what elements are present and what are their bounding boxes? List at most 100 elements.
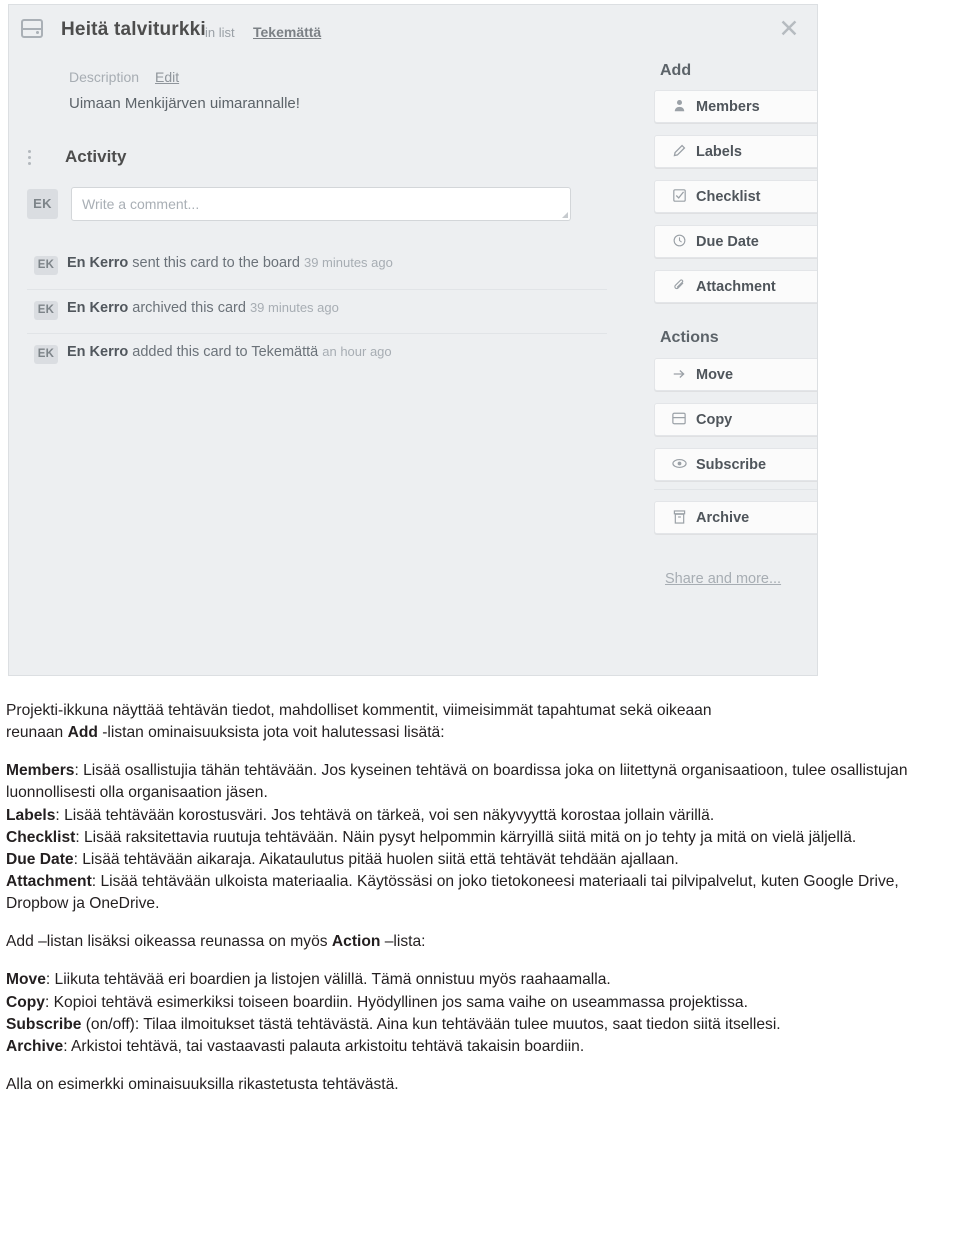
sidebar-divider (654, 489, 817, 490)
checkbox-icon (671, 189, 687, 205)
sidebar-item-label: Move (696, 367, 734, 383)
desc-move: : Liikuta tehtävää eri boardien ja listo… (45, 971, 611, 989)
sidebar-item-label: Checklist (696, 189, 761, 205)
intro-pre: reunaan (6, 724, 68, 742)
activity-text: En Kerro sent this card to the board 39 … (67, 255, 393, 271)
term-move: Move (6, 971, 46, 989)
page-root: Heitä talviturkki in list Tekemättä ✕ De… (0, 0, 960, 1247)
paragraph-archive: Archive: Arkistoi tehtävä, tai vastaavas… (6, 1036, 954, 1058)
paragraph-intro-line2: reunaan Add -listan ominaisuuksista jota… (6, 722, 954, 744)
desc-checklist: : Lisää raksitettavia ruutuja tehtävään.… (75, 828, 857, 846)
avatar: EK (27, 189, 58, 219)
sidebar-item-subscribe[interactable]: Subscribe (654, 448, 817, 481)
label-tag-icon (671, 144, 687, 160)
avatar: EK (34, 345, 58, 364)
activity-text: En Kerro archived this card 39 minutes a… (67, 300, 339, 316)
comment-input[interactable]: Write a comment... (71, 187, 571, 221)
card-title: Heitä talviturkki (61, 19, 206, 40)
sidebar-add-heading: Add (660, 62, 692, 79)
archive-box-icon (671, 510, 687, 526)
term-subscribe: Subscribe (6, 1015, 82, 1033)
close-icon[interactable]: ✕ (777, 17, 801, 42)
term-members: Members (6, 762, 75, 780)
desc-subscribe: (on/off): Tilaa ilmoitukset tästä tehtäv… (81, 1015, 781, 1033)
arrow-right-icon (671, 367, 687, 383)
activity-action: added this card to Tekemättä (132, 344, 319, 360)
desc-archive: : Arkistoi tehtävä, tai vastaavasti pala… (63, 1037, 585, 1055)
activity-list-icon (27, 149, 49, 167)
paragraph-duedate: Due Date: Lisää tehtävään aikaraja. Aika… (6, 849, 954, 871)
sidebar-item-label: Subscribe (696, 457, 767, 473)
intro-bold-add: Add (67, 724, 98, 742)
sidebar-item-due-date[interactable]: Due Date (654, 225, 817, 258)
paragraph-copy: Copy: Kopioi tehtävä esimerkiksi toiseen… (6, 992, 954, 1014)
card-icon (21, 19, 43, 38)
term-checklist: Checklist (6, 828, 76, 846)
desc-duedate: : Lisää tehtävään aikaraja. Aikataulutus… (73, 850, 679, 868)
paperclip-icon (671, 279, 687, 295)
paragraph-move: Move: Liikuta tehtävää eri boardien ja l… (6, 969, 954, 991)
sidebar-item-archive[interactable]: Archive (654, 501, 817, 534)
paragraph-closing: Alla on esimerkki ominaisuuksilla rikast… (6, 1075, 399, 1093)
activity-heading: Activity (65, 147, 127, 166)
person-icon (671, 99, 687, 115)
activity-row: EK En Kerro sent this card to the board … (27, 245, 607, 289)
activity-author: En Kerro (67, 344, 129, 360)
sidebar-item-labels[interactable]: Labels (654, 135, 817, 168)
sidebar-item-label: Members (696, 99, 760, 115)
article-body: Projekti-ikkuna näyttää tehtävän tiedot,… (6, 700, 954, 1096)
term-duedate: Due Date (6, 850, 74, 868)
activity-text: En Kerro added this card to Tekemättä an… (67, 344, 392, 360)
activity-row: EK En Kerro archived this card 39 minute… (27, 289, 607, 333)
paragraph-members: Members: Lisää osallistujia tähän tehtäv… (6, 760, 954, 804)
sidebar-item-label: Attachment (696, 279, 776, 295)
sidebar-item-label: Archive (696, 510, 750, 526)
clock-icon (671, 234, 687, 250)
in-list-label: in list (205, 25, 235, 40)
activity-author: En Kerro (67, 300, 129, 316)
term-labels: Labels (6, 806, 56, 824)
sidebar-item-copy[interactable]: Copy (654, 403, 817, 436)
sidebar-item-attachment[interactable]: Attachment (654, 270, 817, 303)
activity-action: archived this card (132, 300, 246, 316)
action-intro-pre: Add –listan lisäksi oikeassa reunassa on… (6, 933, 332, 951)
sidebar-item-label: Due Date (696, 234, 759, 250)
activity-row: EK En Kerro added this card to Tekemättä… (27, 333, 607, 377)
avatar: EK (34, 256, 58, 275)
paragraph-labels: Labels: Lisää tehtävään korostusväri. Jo… (6, 805, 954, 827)
term-archive: Archive (6, 1037, 64, 1055)
description-text: Uimaan Menkijärven uimarannalle! (69, 95, 300, 112)
desc-members: : Lisää osallistujia tähän tehtävään. Jo… (6, 762, 908, 802)
description-label: Description (69, 69, 140, 85)
paragraph-attachment: Attachment: Lisää tehtävään ulkoista mat… (6, 871, 954, 915)
copy-card-icon (671, 412, 687, 428)
eye-icon (671, 457, 687, 473)
activity-timestamp: an hour ago (322, 344, 392, 359)
sidebar-actions-heading: Actions (660, 329, 719, 346)
activity-timestamp: 39 minutes ago (303, 255, 393, 270)
share-and-more-link[interactable]: Share and more... (665, 571, 781, 587)
term-copy: Copy (6, 993, 45, 1011)
sidebar-item-checklist[interactable]: Checklist (654, 180, 817, 213)
sidebar-item-label: Labels (696, 144, 742, 160)
paragraph-subscribe: Subscribe (on/off): Tilaa ilmoitukset tä… (6, 1014, 954, 1036)
comment-placeholder: Write a comment... (82, 196, 200, 212)
paragraph-action-intro: Add –listan lisäksi oikeassa reunassa on… (6, 931, 954, 953)
list-name-link[interactable]: Tekemättä (253, 24, 321, 40)
activity-action: sent this card to the board (132, 255, 300, 271)
avatar: EK (34, 301, 58, 320)
sidebar-item-members[interactable]: Members (654, 90, 817, 123)
card-header: Heitä talviturkki in list Tekemättä ✕ (9, 5, 817, 53)
activity-author: En Kerro (67, 255, 129, 271)
sidebar-item-move[interactable]: Move (654, 358, 817, 391)
desc-copy: : Kopioi tehtävä esimerkiksi toiseen boa… (44, 993, 748, 1011)
description-edit-link[interactable]: Edit (155, 69, 179, 85)
sidebar-item-label: Copy (696, 412, 733, 428)
desc-labels: : Lisää tehtävään korostusväri. Jos teht… (55, 806, 715, 824)
activity-timestamp: 39 minutes ago (249, 300, 339, 315)
desc-attachment: : Lisää tehtävään ulkoista materiaalia. … (6, 872, 899, 913)
intro-post: -listan ominaisuuksista jota voit halute… (97, 724, 445, 742)
